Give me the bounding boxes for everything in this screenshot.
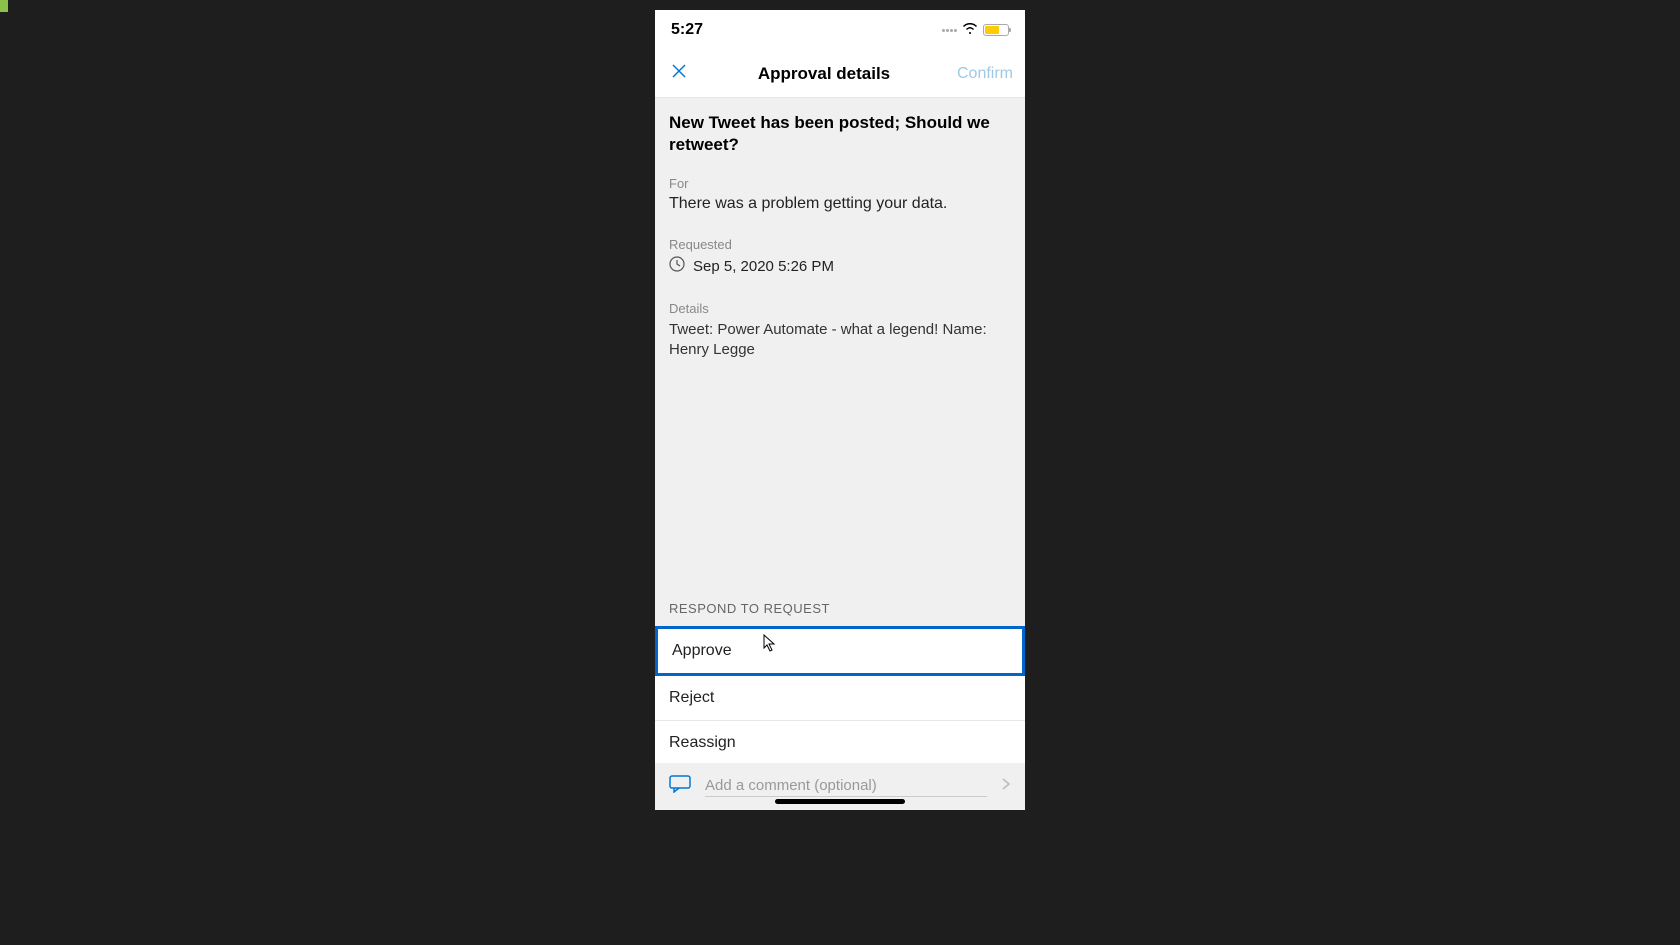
requested-row: Sep 5, 2020 5:26 PM xyxy=(669,256,1011,277)
action-list: Approve Reject Reassign xyxy=(655,626,1025,763)
comment-icon xyxy=(669,775,691,798)
status-time: 5:27 xyxy=(671,21,703,39)
comment-input[interactable] xyxy=(705,777,987,797)
details-label: Details xyxy=(669,301,1011,316)
approval-title: New Tweet has been posted; Should we ret… xyxy=(669,112,1011,156)
close-icon[interactable] xyxy=(667,58,691,89)
reject-button[interactable]: Reject xyxy=(655,676,1025,721)
for-label: For xyxy=(669,176,1011,191)
home-indicator[interactable] xyxy=(775,799,905,804)
clock-icon xyxy=(669,256,685,277)
confirm-button[interactable]: Confirm xyxy=(957,65,1013,83)
details-value: Tweet: Power Automate - what a legend! N… xyxy=(669,320,1011,361)
reassign-button[interactable]: Reassign xyxy=(655,721,1025,763)
content-area: New Tweet has been posted; Should we ret… xyxy=(655,98,1025,763)
signal-icon xyxy=(942,29,957,32)
nav-bar: Approval details Confirm xyxy=(655,50,1025,98)
phone-frame: 5:27 Approval details Confirm New Tw xyxy=(655,10,1025,810)
requested-label: Requested xyxy=(669,237,1011,252)
approve-button[interactable]: Approve xyxy=(655,626,1025,676)
respond-header: RESPOND TO REQUEST xyxy=(669,601,1011,616)
battery-icon xyxy=(983,24,1009,36)
page-title: Approval details xyxy=(758,64,890,84)
respond-section: RESPOND TO REQUEST Approve Reject Reassi… xyxy=(669,601,1011,763)
green-corner-badge xyxy=(0,0,8,12)
chevron-right-icon[interactable] xyxy=(1001,777,1011,796)
for-value: There was a problem getting your data. xyxy=(669,195,1011,213)
status-indicators xyxy=(942,21,1009,39)
requested-value: Sep 5, 2020 5:26 PM xyxy=(693,258,834,275)
wifi-icon xyxy=(962,21,978,39)
status-bar: 5:27 xyxy=(655,10,1025,50)
